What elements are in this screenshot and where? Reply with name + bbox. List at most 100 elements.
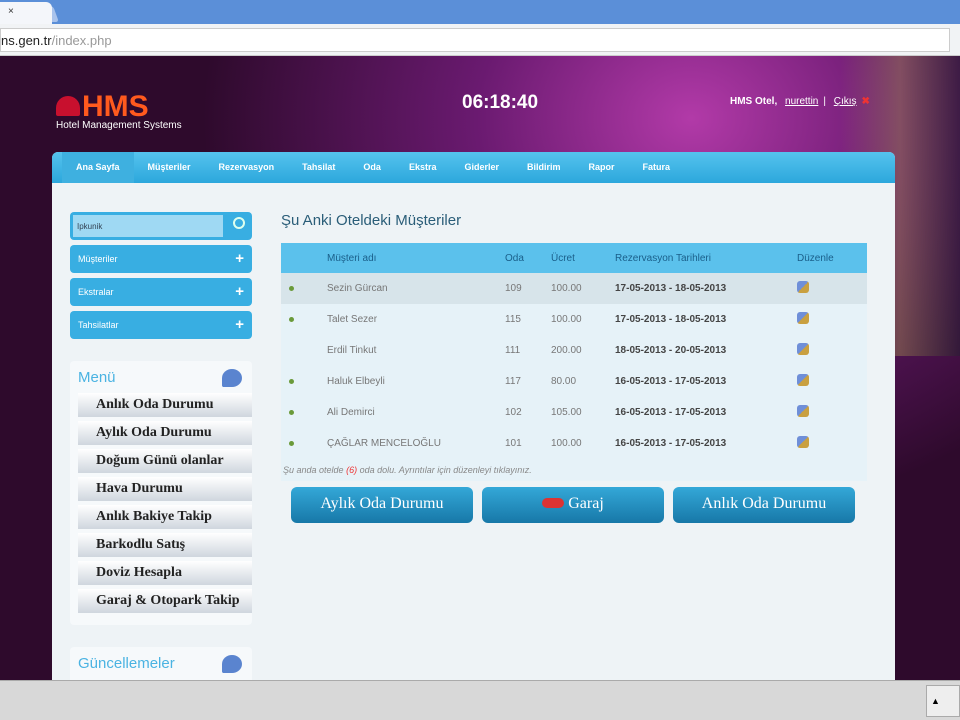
status-dot	[289, 317, 294, 322]
room: 111	[505, 335, 551, 366]
nav-item[interactable]: Rapor	[575, 152, 629, 183]
sidebar-button-label: Müşteriler	[78, 254, 118, 264]
status-dot	[289, 410, 294, 415]
menu-item[interactable]: Anlık Bakiye Takip	[78, 505, 252, 529]
logout-icon[interactable]: ✖	[862, 96, 870, 107]
garage-label: Garaj	[568, 495, 604, 512]
nav-item[interactable]: Fatura	[629, 152, 685, 183]
url-path: /index.php	[51, 33, 112, 48]
search-input[interactable]	[73, 215, 223, 237]
table-row: Haluk Elbeyli 117 80.00 16-05-2013 - 17-…	[281, 366, 867, 397]
edit-icon[interactable]	[797, 343, 809, 355]
table-row: ÇAĞLAR MENCELOĞLU 101 100.00 16-05-2013 …	[281, 428, 867, 459]
fee: 105.00	[551, 397, 615, 428]
table-row: Sezin Gürcan 109 100.00 17-05-2013 - 18-…	[281, 273, 867, 304]
user-bar: HMS Otel, nurettin | Çıkış ✖	[730, 96, 870, 107]
col-name: Müşteri adı	[327, 243, 505, 273]
dates: 18-05-2013 - 20-05-2013	[615, 335, 797, 366]
edit-icon[interactable]	[797, 436, 809, 448]
nav-item[interactable]: Müşteriler	[134, 152, 205, 183]
nav-item[interactable]: Ekstra	[395, 152, 451, 183]
fee: 100.00	[551, 304, 615, 335]
edit-icon[interactable]	[797, 281, 809, 293]
car-icon	[542, 498, 565, 508]
logout-link[interactable]: Çıkış	[834, 96, 857, 107]
nav-item[interactable]: Giderler	[450, 152, 513, 183]
edit-icon[interactable]	[797, 405, 809, 417]
status-dot	[289, 379, 294, 384]
sidebar-button[interactable]: Müşteriler +	[70, 245, 252, 273]
note-text: oda dolu. Ayrıntılar için düzenleyi tıkl…	[359, 465, 532, 475]
sidebar-button-label: Tahsilatlar	[78, 320, 119, 330]
nav-item[interactable]: Rezervasyon	[205, 152, 289, 183]
fee: 100.00	[551, 428, 615, 459]
menu-item[interactable]: Barkodlu Satış	[78, 533, 252, 557]
menu-item[interactable]: Garaj & Otopark Takip	[78, 589, 252, 613]
customer-name: Haluk Elbeyli	[327, 366, 505, 397]
updates-box: Güncellemeler	[70, 647, 252, 680]
room: 102	[505, 397, 551, 428]
nav-item[interactable]: Oda	[349, 152, 395, 183]
menu-item[interactable]: Anlık Oda Durumu	[78, 393, 252, 417]
edit-icon[interactable]	[797, 312, 809, 324]
tab-close-icon[interactable]: ×	[8, 6, 14, 17]
fee: 80.00	[551, 366, 615, 397]
sidebar-button[interactable]: Ekstralar +	[70, 278, 252, 306]
room: 117	[505, 366, 551, 397]
menu-box: Menü Anlık Oda Durumu Aylık Oda Durumu Doğ…	[70, 361, 252, 625]
table-row: Erdil Tinkut 111 200.00 18-05-2013 - 20-…	[281, 335, 867, 366]
content-panel: Ana Sayfa Müşteriler Rezervasyon Tahsilat Od…	[52, 152, 895, 680]
table-row: Ali Demirci 102 105.00 16-05-2013 - 17-0…	[281, 397, 867, 428]
customer-name: ÇAĞLAR MENCELOĞLU	[327, 428, 505, 459]
fee: 200.00	[551, 335, 615, 366]
menu-item[interactable]: Hava Durumu	[78, 477, 252, 501]
col-edit: Düzenle	[797, 243, 867, 273]
chat-bubble-icon	[222, 655, 242, 673]
nav-item[interactable]: Tahsilat	[288, 152, 349, 183]
browser-tab[interactable]: ×	[0, 2, 52, 24]
menu-item[interactable]: Aylık Oda Durumu	[78, 421, 252, 445]
occupancy-note: Şu anda otelde (6) oda dolu. Ayrıntılar …	[281, 459, 867, 481]
chat-bubble-icon	[222, 369, 242, 387]
url-host: ns.gen.tr	[1, 33, 52, 48]
nav-item[interactable]: Ana Sayfa	[62, 152, 134, 183]
edit-icon[interactable]	[797, 374, 809, 386]
col-dates: Rezervasyon Tarihleri	[615, 243, 797, 273]
search-box	[70, 212, 252, 240]
dates: 17-05-2013 - 18-05-2013	[615, 304, 797, 335]
menu-item[interactable]: Doviz Hesapla	[78, 561, 252, 585]
room: 109	[505, 273, 551, 304]
logo[interactable]: HMS Hotel Management Systems	[56, 90, 182, 131]
col-fee: Ücret	[551, 243, 615, 273]
plus-icon[interactable]: +	[235, 283, 244, 300]
username-link[interactable]: nurettin	[785, 96, 818, 107]
customer-name: Sezin Gürcan	[327, 273, 505, 304]
garage-button[interactable]: Garaj	[482, 487, 664, 523]
room: 115	[505, 304, 551, 335]
page-title: Şu Anki Oteldeki Müşteriler	[281, 212, 462, 229]
url-input[interactable]: ns.gen.tr/index.php	[0, 28, 950, 52]
dates: 17-05-2013 - 18-05-2013	[615, 273, 797, 304]
monthly-room-status-button[interactable]: Aylık Oda Durumu	[291, 487, 473, 523]
page: HMS Hotel Management Systems 06:18:40 HMS…	[0, 56, 960, 680]
customers-table: Müşteri adı Oda Ücret Rezervasyon Tarihl…	[281, 243, 867, 459]
instant-room-status-button[interactable]: Anlık Oda Durumu	[673, 487, 855, 523]
main-nav: Ana Sayfa Müşteriler Rezervasyon Tahsilat Od…	[52, 152, 895, 183]
updates-title: Güncellemeler	[78, 655, 175, 672]
logo-text: HMS	[82, 90, 149, 123]
sidebar-button[interactable]: Tahsilatlar +	[70, 311, 252, 339]
sidebar-button-label: Ekstralar	[78, 287, 114, 297]
table-row: Talet Sezer 115 100.00 17-05-2013 - 18-0…	[281, 304, 867, 335]
system-tray[interactable]: ▲	[926, 685, 960, 717]
customer-name: Talet Sezer	[327, 304, 505, 335]
plus-icon[interactable]: +	[235, 250, 244, 267]
menu-item[interactable]: Doğum Günü olanlar	[78, 449, 252, 473]
nav-item[interactable]: Bildirim	[513, 152, 575, 183]
hotel-name: HMS Otel,	[730, 96, 778, 107]
search-icon[interactable]	[233, 217, 245, 229]
browser-tab-bar: ×	[0, 0, 960, 24]
taskbar: ▲	[0, 680, 960, 720]
plus-icon[interactable]: +	[235, 316, 244, 333]
dates: 16-05-2013 - 17-05-2013	[615, 397, 797, 428]
col-room: Oda	[505, 243, 551, 273]
